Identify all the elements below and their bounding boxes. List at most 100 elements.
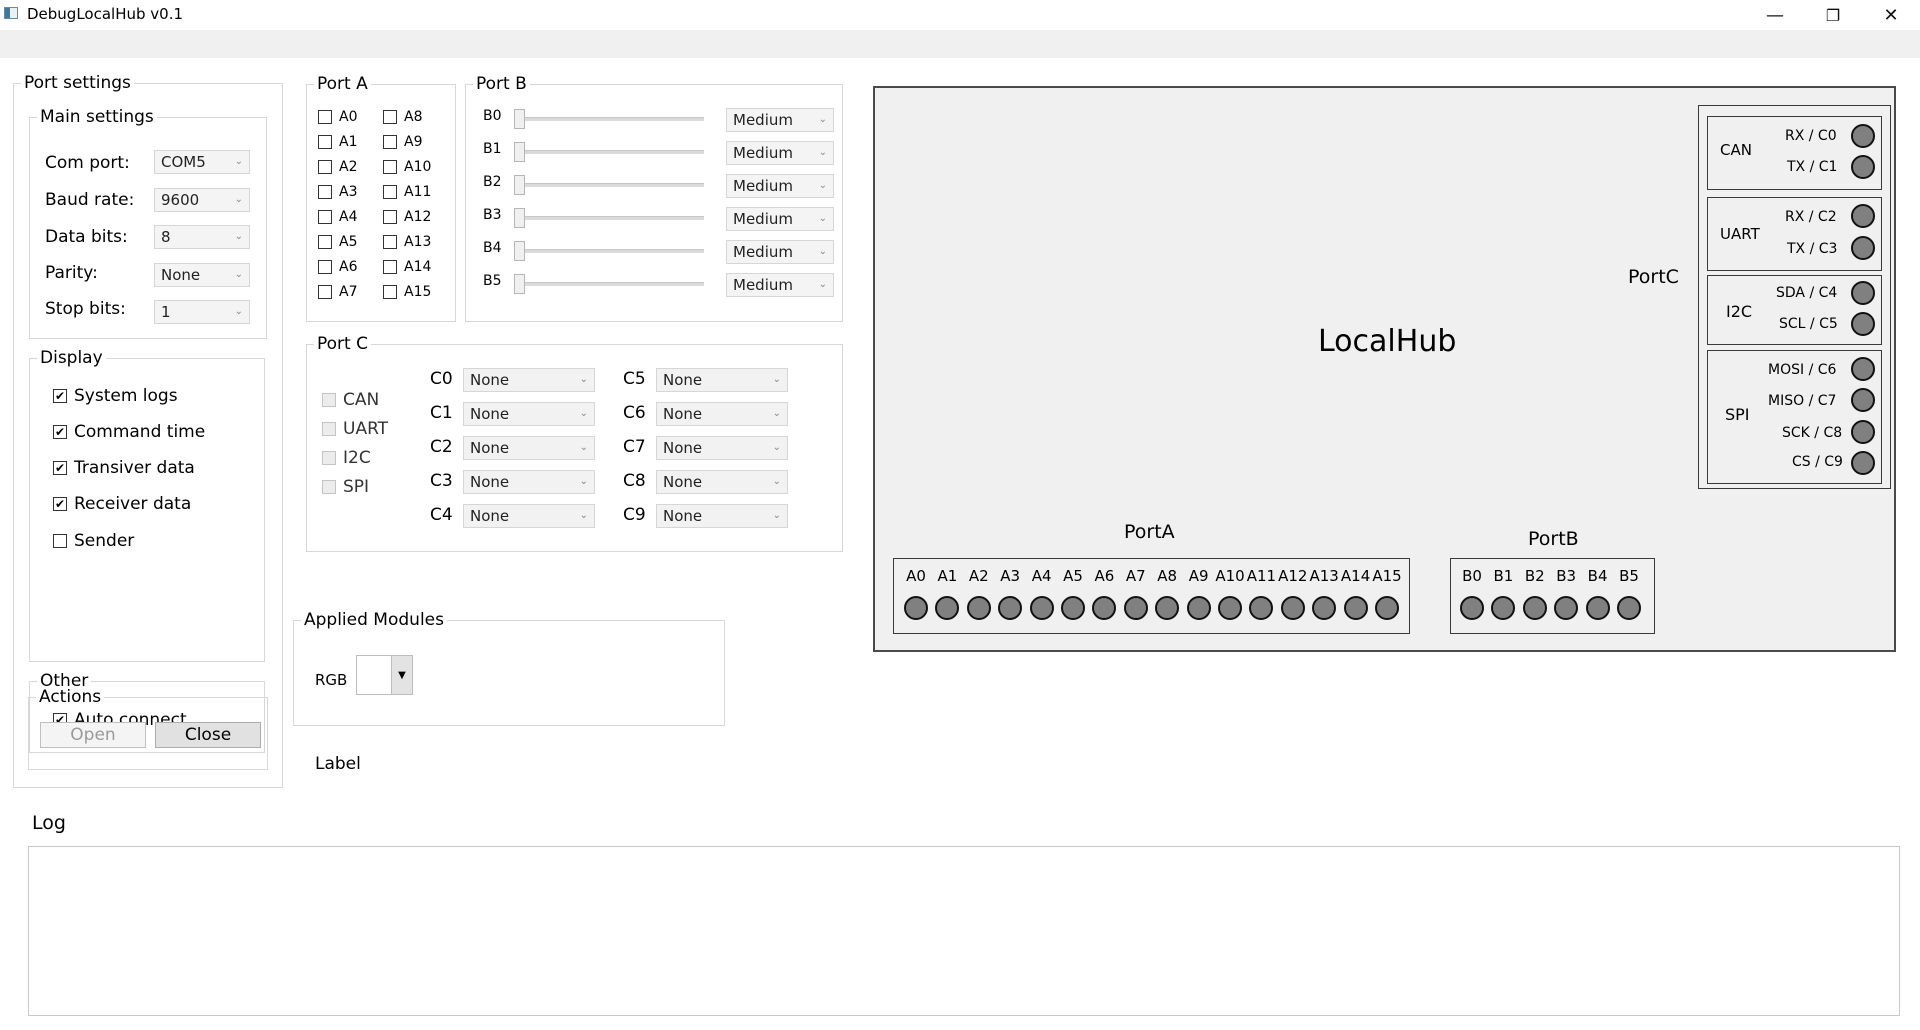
parity-select[interactable]: None ⌄ [154, 263, 250, 287]
port-c-pin-select[interactable]: None ⌄ [463, 436, 595, 460]
port-a-diagram-pin-a1[interactable] [935, 596, 960, 620]
port-b-slider-thumb[interactable] [514, 274, 525, 294]
stop-bits-select[interactable]: 1 ⌄ [154, 300, 250, 324]
checkbox-box[interactable] [383, 210, 397, 224]
checkbox-box[interactable] [53, 461, 67, 475]
spi-mosi-pin[interactable] [1851, 357, 1875, 381]
spi-sck-pin[interactable] [1851, 420, 1875, 444]
minimize-button[interactable]: — [1746, 0, 1804, 30]
port-c-pin-select[interactable]: None ⌄ [656, 504, 788, 528]
checkbox-box[interactable] [53, 497, 67, 511]
dropdown-arrow-icon[interactable]: ▼ [391, 656, 412, 694]
data-bits-select[interactable]: 8 ⌄ [154, 225, 250, 249]
checkbox-box[interactable] [318, 135, 332, 149]
i2c-sda-pin[interactable] [1851, 281, 1875, 305]
port-a-diagram-pin-a14[interactable] [1343, 596, 1368, 620]
port-a-checkbox-a7[interactable]: A7 [318, 284, 357, 300]
system-logs-checkbox[interactable]: System logs [53, 386, 178, 406]
port-a-checkbox-a2[interactable]: A2 [318, 159, 357, 175]
checkbox-box[interactable] [53, 389, 67, 403]
open-button[interactable]: Open [40, 722, 146, 748]
port-a-diagram-pin-a9[interactable] [1186, 596, 1211, 620]
spi-cs-pin[interactable] [1851, 451, 1875, 475]
port-a-checkbox-a4[interactable]: A4 [318, 209, 357, 225]
uart-rx-pin[interactable] [1851, 204, 1875, 228]
port-b-diagram-pin-b5[interactable] [1617, 596, 1641, 620]
port-b-speed-select[interactable]: Medium ⌄ [726, 108, 834, 132]
port-c-pin-select[interactable]: None ⌄ [656, 368, 788, 392]
port-a-diagram-pin-a15[interactable] [1375, 596, 1399, 620]
maximize-button[interactable]: ❐ [1804, 0, 1862, 30]
can-rx-pin[interactable] [1851, 124, 1875, 148]
checkbox-box[interactable] [383, 135, 397, 149]
checkbox-box[interactable] [322, 451, 336, 465]
command-time-checkbox[interactable]: Command time [53, 422, 205, 442]
port-a-checkbox-a8[interactable]: A8 [383, 109, 422, 125]
checkbox-box[interactable] [383, 260, 397, 274]
port-c-pin-select[interactable]: None ⌄ [463, 504, 595, 528]
port-b-speed-select[interactable]: Medium ⌄ [726, 141, 834, 165]
port-a-checkbox-a3[interactable]: A3 [318, 184, 357, 200]
port-a-diagram-pin-a4[interactable] [1029, 596, 1054, 620]
port-a-checkbox-a14[interactable]: A14 [383, 259, 431, 275]
port-b-slider-thumb[interactable] [514, 175, 525, 195]
log-textarea[interactable] [28, 846, 1900, 1016]
checkbox-box[interactable] [383, 235, 397, 249]
port-a-checkbox-a11[interactable]: A11 [383, 184, 431, 200]
port-a-checkbox-a9[interactable]: A9 [383, 134, 422, 150]
can-tx-pin[interactable] [1851, 155, 1875, 179]
port-c-pin-select[interactable]: None ⌄ [656, 436, 788, 460]
checkbox-box[interactable] [318, 260, 332, 274]
transiver-data-checkbox[interactable]: Transiver data [53, 458, 195, 478]
checkbox-box[interactable] [53, 425, 67, 439]
port-a-diagram-pin-a13[interactable] [1312, 596, 1337, 620]
checkbox-box[interactable] [318, 285, 332, 299]
checkbox-box[interactable] [383, 185, 397, 199]
i2c-scl-pin[interactable] [1851, 312, 1875, 336]
port-b-diagram-pin-b4[interactable] [1585, 596, 1610, 620]
port-a-diagram-pin-a7[interactable] [1123, 596, 1148, 620]
close-button[interactable]: Close [155, 722, 261, 748]
port-a-checkbox-a1[interactable]: A1 [318, 134, 357, 150]
port-a-checkbox-a15[interactable]: A15 [383, 284, 431, 300]
port-a-diagram-pin-a10[interactable] [1218, 596, 1242, 620]
close-window-button[interactable]: ✕ [1862, 0, 1920, 30]
checkbox-box[interactable] [318, 160, 332, 174]
port-c-module-can[interactable]: CAN [322, 390, 379, 410]
com-port-select[interactable]: COM5 ⌄ [154, 150, 250, 174]
checkbox-box[interactable] [322, 422, 336, 436]
checkbox-box[interactable] [53, 534, 67, 548]
port-c-module-i2c[interactable]: I2C [322, 448, 371, 468]
port-a-diagram-pin-a6[interactable] [1092, 596, 1117, 620]
port-b-slider-track[interactable] [514, 150, 704, 154]
port-b-slider-track[interactable] [514, 117, 704, 121]
port-b-diagram-pin-b2[interactable] [1522, 596, 1547, 620]
checkbox-box[interactable] [318, 235, 332, 249]
port-a-checkbox-a12[interactable]: A12 [383, 209, 431, 225]
uart-tx-pin[interactable] [1851, 236, 1875, 260]
port-c-pin-select[interactable]: None ⌄ [463, 470, 595, 494]
port-c-pin-select[interactable]: None ⌄ [656, 470, 788, 494]
checkbox-box[interactable] [318, 185, 332, 199]
port-a-diagram-pin-a0[interactable] [904, 596, 928, 620]
checkbox-box[interactable] [383, 110, 397, 124]
port-a-diagram-pin-a11[interactable] [1249, 596, 1274, 620]
port-a-diagram-pin-a3[interactable] [998, 596, 1023, 620]
port-c-module-uart[interactable]: UART [322, 419, 388, 439]
baud-rate-select[interactable]: 9600 ⌄ [154, 188, 250, 212]
port-b-slider-thumb[interactable] [514, 142, 525, 162]
port-a-diagram-pin-a2[interactable] [966, 596, 991, 620]
port-a-diagram-pin-a8[interactable] [1155, 596, 1180, 620]
port-b-slider-track[interactable] [514, 216, 704, 220]
checkbox-box[interactable] [383, 285, 397, 299]
port-a-checkbox-a13[interactable]: A13 [383, 234, 431, 250]
port-b-slider-track[interactable] [514, 282, 704, 286]
port-b-speed-select[interactable]: Medium ⌄ [726, 273, 834, 297]
port-a-diagram-pin-a12[interactable] [1280, 596, 1305, 620]
port-b-slider-thumb[interactable] [514, 109, 525, 129]
port-b-speed-select[interactable]: Medium ⌄ [726, 174, 834, 198]
port-b-slider-track[interactable] [514, 249, 704, 253]
port-a-diagram-pin-a5[interactable] [1061, 596, 1085, 620]
port-b-diagram-pin-b3[interactable] [1554, 596, 1579, 620]
port-b-slider-thumb[interactable] [514, 241, 525, 261]
